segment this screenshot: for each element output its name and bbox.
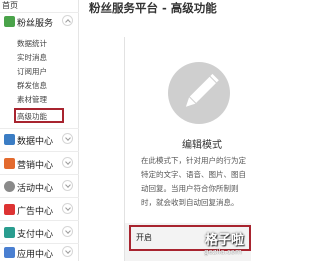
divider (0, 151, 79, 152)
mode-title: 编辑模式 (182, 140, 222, 151)
chevron-up-icon[interactable] (62, 15, 73, 26)
sidebar: 首页 粉丝服务 数据统计 实时消息 订阅用户 群发信息 素材管理 高级功能 数据… (0, 0, 79, 261)
apps-icon (4, 247, 15, 258)
fans-icon (4, 16, 15, 27)
sidebar-section-label: 支付中心 (17, 230, 54, 240)
sidebar-section-marketing[interactable]: 营销中心 (0, 155, 79, 173)
sidebar-item-subscribers[interactable]: 订阅用户 (17, 66, 47, 77)
sidebar-section-apps[interactable]: 应用中心 (0, 244, 79, 262)
chevron-down-icon[interactable] (62, 203, 73, 214)
sidebar-item-stats[interactable]: 数据统计 (17, 38, 47, 49)
sidebar-section-label: 粉丝服务 (17, 19, 54, 29)
sidebar-section-data[interactable]: 数据中心 (0, 131, 79, 149)
activity-icon (4, 181, 15, 192)
ads-icon (4, 204, 15, 215)
sidebar-section-label: 活动中心 (17, 184, 54, 194)
data-icon (4, 134, 15, 145)
chevron-down-icon[interactable] (62, 157, 73, 168)
divider (0, 197, 79, 198)
sidebar-section-ads[interactable]: 广告中心 (0, 201, 79, 219)
chevron-down-icon[interactable] (62, 226, 73, 237)
sidebar-item-realtime[interactable]: 实时消息 (17, 52, 47, 63)
divider (0, 220, 79, 221)
active-item-highlight (14, 108, 64, 123)
chevron-down-icon[interactable] (62, 133, 73, 144)
sidebar-section-fans[interactable]: 粉丝服务 (0, 13, 79, 31)
edit-mode-icon-circle (168, 62, 230, 124)
sidebar-section-activity[interactable]: 活动中心 (0, 178, 79, 196)
divider (0, 128, 79, 129)
payment-icon (4, 227, 15, 238)
sidebar-section-label: 数据中心 (17, 137, 54, 147)
sidebar-item-broadcast[interactable]: 群发信息 (17, 80, 47, 91)
mode-description: 在此模式下，针对用户的行为定特定的文字、语音、图片、图自动回复。当用户符合你所制… (141, 156, 246, 207)
watermark-text: 格子啦 (205, 233, 245, 248)
edit-mode-card: 编辑模式 在此模式下，针对用户的行为定特定的文字、语音、图片、图自动回复。当用户… (124, 37, 251, 261)
page-title: 粉丝服务平台 - 高级功能 (89, 1, 217, 15)
divider (0, 174, 79, 175)
sidebar-item-material[interactable]: 素材管理 (17, 94, 47, 105)
pencil-icon (185, 73, 219, 107)
sidebar-section-label: 应用中心 (17, 250, 54, 260)
sidebar-section-label: 营销中心 (17, 161, 54, 171)
watermark-url: gezila.com (204, 248, 242, 256)
sidebar-section-payment[interactable]: 支付中心 (0, 224, 79, 242)
chevron-down-icon[interactable] (62, 246, 73, 257)
sidebar-section-label: 广告中心 (17, 207, 54, 217)
chevron-down-icon[interactable] (62, 180, 73, 191)
marketing-icon (4, 158, 15, 169)
sidebar-home[interactable]: 首页 (2, 0, 18, 12)
